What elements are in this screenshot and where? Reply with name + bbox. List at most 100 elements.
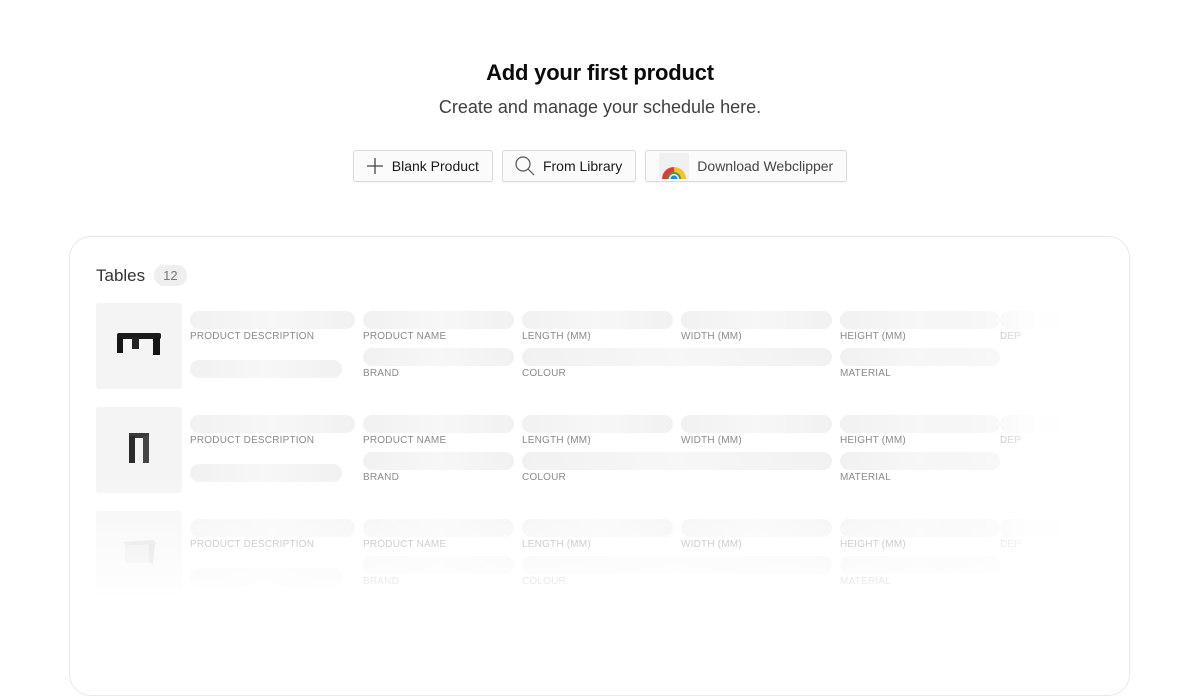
download-webclipper-label: Download Webclipper: [697, 158, 834, 174]
skeleton-bar: [190, 311, 355, 329]
field-label: WIDTH (MM): [681, 435, 742, 446]
white-desk-icon: [119, 532, 159, 577]
product-thumbnail: [96, 407, 182, 493]
field-label: LENGTH (MM): [522, 539, 591, 550]
depth-cell: DEP: [1000, 519, 1060, 550]
skeleton-bar: [190, 568, 342, 586]
field-label: DEP: [1000, 539, 1022, 550]
product-name-cell: PRODUCT NAME BRAND: [363, 519, 514, 587]
field-label: PRODUCT NAME: [363, 331, 447, 342]
field-label: DEP: [1000, 435, 1022, 446]
skeleton-bar: [1000, 415, 1060, 433]
height-cell: HEIGHT (MM) MATERIAL: [840, 311, 1000, 379]
action-bar: Blank Product From Library Download Webc…: [0, 150, 1200, 182]
download-webclipper-button[interactable]: Download Webclipper: [645, 150, 848, 182]
field-label: PRODUCT DESCRIPTION: [190, 539, 315, 550]
field-label: BRAND: [363, 368, 400, 379]
product-description-cell: PRODUCT DESCRIPTION: [190, 415, 355, 482]
skeleton-bar: [522, 311, 673, 329]
skeleton-bar: [840, 311, 1000, 329]
field-label: HEIGHT (MM): [840, 331, 906, 342]
product-description-cell: PRODUCT DESCRIPTION: [190, 311, 355, 378]
field-label: BRAND: [363, 576, 400, 587]
empty-state-header: Add your first product Create and manage…: [0, 60, 1200, 118]
skeleton-bar: [1000, 519, 1060, 537]
skeleton-bar: [522, 452, 832, 470]
skeleton-bar: [363, 415, 514, 433]
product-description-cell: PRODUCT DESCRIPTION: [190, 519, 355, 586]
preview-title: Tables: [96, 265, 146, 285]
from-library-button[interactable]: From Library: [501, 150, 637, 182]
skeleton-bar: [363, 519, 514, 537]
height-cell: HEIGHT (MM) MATERIAL: [840, 415, 1000, 483]
skeleton-bar: [681, 311, 832, 329]
search-icon: [515, 156, 535, 176]
plus-icon: [366, 157, 384, 175]
table-row: PRODUCT DESCRIPTION PRODUCT NAME BRAND L…: [96, 303, 1096, 389]
depth-cell: DEP: [1000, 415, 1060, 446]
skeleton-bar: [840, 415, 1000, 433]
table-row: PRODUCT DESCRIPTION PRODUCT NAME BRAND L…: [96, 407, 1096, 493]
skeleton-bar: [190, 415, 355, 433]
field-label: LENGTH (MM): [522, 435, 591, 446]
field-label: BRAND: [363, 472, 400, 483]
skeleton-bar: [681, 415, 832, 433]
field-label: WIDTH (MM): [681, 539, 742, 550]
length-cell: LENGTH (MM) COLOUR: [522, 415, 832, 483]
blank-product-label: Blank Product: [391, 158, 479, 174]
field-label: HEIGHT (MM): [840, 539, 906, 550]
width-cell: WIDTH (MM): [681, 415, 832, 446]
table-preview-card: Tables 12 PRODUCT DESCRIPTION PRODUCT NA…: [69, 236, 1130, 696]
skeleton-bar: [840, 519, 1000, 537]
field-label: MATERIAL: [840, 472, 891, 483]
table-row: PRODUCT DESCRIPTION PRODUCT NAME BRAND L…: [96, 511, 1096, 597]
from-library-label: From Library: [542, 158, 623, 174]
skeleton-bar: [840, 452, 1000, 470]
field-label: COLOUR: [522, 576, 566, 587]
field-label: PRODUCT NAME: [363, 539, 447, 550]
skeleton-bar: [840, 348, 1000, 366]
skeleton-bar: [363, 311, 514, 329]
skeleton-bar: [190, 519, 355, 537]
dark-side-table-icon: [126, 431, 152, 470]
field-label: MATERIAL: [840, 368, 891, 379]
width-cell: WIDTH (MM): [681, 311, 832, 342]
skeleton-bar: [522, 519, 673, 537]
skeleton-bar: [522, 556, 832, 574]
field-label: LENGTH (MM): [522, 331, 591, 342]
field-label: MATERIAL: [840, 576, 891, 587]
width-cell: WIDTH (MM): [681, 519, 832, 550]
field-label: WIDTH (MM): [681, 331, 742, 342]
skeleton-bar: [363, 348, 514, 366]
product-name-cell: PRODUCT NAME BRAND: [363, 415, 514, 483]
depth-cell: DEP: [1000, 311, 1060, 342]
product-name-cell: PRODUCT NAME BRAND: [363, 311, 514, 379]
chrome-icon: [659, 153, 690, 179]
field-label: COLOUR: [522, 472, 566, 483]
skeleton-bar: [1000, 311, 1060, 329]
field-label: DEP: [1000, 331, 1022, 342]
skeleton-bar: [190, 464, 342, 482]
field-label: COLOUR: [522, 368, 566, 379]
page-subtitle: Create and manage your schedule here.: [438, 97, 762, 117]
dark-coffee-table-icon: [115, 331, 163, 362]
product-thumbnail: [96, 303, 182, 389]
blank-product-button[interactable]: Blank Product: [352, 150, 493, 182]
skeleton-bar: [522, 348, 832, 366]
skeleton-bar: [681, 519, 832, 537]
skeleton-bar: [363, 556, 514, 574]
skeleton-bar: [363, 452, 514, 470]
length-cell: LENGTH (MM) COLOUR: [522, 519, 832, 587]
height-cell: HEIGHT (MM) MATERIAL: [840, 519, 1000, 587]
skeleton-bar: [522, 415, 673, 433]
count-badge: 12: [154, 265, 187, 286]
page-title: Add your first product: [486, 60, 714, 85]
product-thumbnail: [96, 511, 182, 597]
skeleton-bar: [840, 556, 1000, 574]
field-label: PRODUCT DESCRIPTION: [190, 435, 315, 446]
field-label: HEIGHT (MM): [840, 435, 906, 446]
field-label: PRODUCT NAME: [363, 435, 447, 446]
preview-header: Tables 12: [96, 265, 187, 286]
field-label: PRODUCT DESCRIPTION: [190, 331, 315, 342]
skeleton-bar: [190, 360, 342, 378]
